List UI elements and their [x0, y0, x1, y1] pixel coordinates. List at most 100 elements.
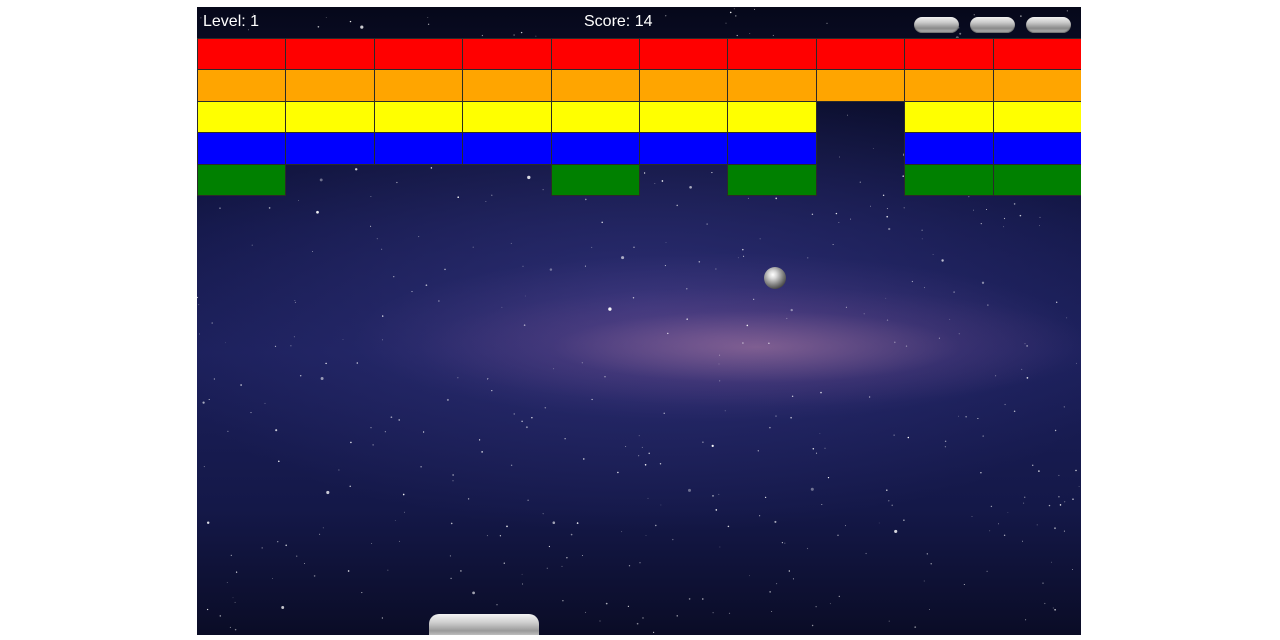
star — [727, 525, 730, 528]
star — [1066, 10, 1068, 12]
brick-wall — [197, 38, 1081, 196]
star — [277, 541, 279, 543]
star — [1054, 429, 1057, 432]
star — [608, 307, 612, 311]
star — [982, 435, 984, 437]
star — [838, 222, 840, 223]
star — [299, 375, 302, 377]
star — [347, 570, 350, 572]
star — [923, 580, 925, 582]
star — [639, 562, 641, 564]
game-canvas[interactable]: Level: 1 Score: 14 — [197, 7, 1081, 635]
star — [990, 505, 993, 508]
star — [1019, 214, 1022, 217]
star — [627, 605, 630, 607]
star — [949, 318, 951, 320]
brick — [639, 38, 729, 71]
star — [986, 570, 988, 572]
star — [653, 631, 655, 634]
star — [665, 15, 667, 17]
star — [1052, 607, 1054, 609]
star — [788, 570, 790, 572]
star — [928, 609, 930, 611]
star — [827, 476, 830, 479]
brick — [462, 132, 552, 165]
star — [576, 522, 579, 524]
life-paddle-icon — [970, 17, 1015, 33]
star — [370, 427, 372, 429]
star — [361, 592, 363, 594]
star — [790, 308, 793, 312]
star — [206, 608, 209, 611]
star — [418, 236, 420, 238]
star — [728, 612, 731, 614]
star — [1064, 501, 1066, 503]
star — [450, 522, 453, 525]
star — [977, 418, 979, 419]
star — [711, 444, 714, 448]
star — [320, 377, 324, 380]
star — [1024, 496, 1026, 498]
star — [886, 489, 888, 491]
star — [499, 535, 502, 537]
brick — [992, 38, 1081, 71]
star — [1054, 609, 1056, 611]
star — [525, 426, 528, 429]
star — [888, 620, 890, 622]
star — [349, 485, 351, 487]
star — [1075, 469, 1077, 472]
star — [350, 441, 352, 444]
star — [583, 458, 585, 460]
star — [1004, 403, 1006, 406]
star — [481, 451, 483, 453]
star — [838, 595, 840, 598]
star — [303, 563, 305, 565]
brick — [904, 163, 994, 196]
star — [1003, 534, 1006, 537]
score-display: Score: 14 — [584, 13, 653, 30]
brick — [197, 38, 287, 71]
star — [601, 221, 603, 224]
star — [632, 297, 635, 299]
star — [1026, 377, 1029, 379]
star — [227, 430, 229, 433]
star — [240, 384, 242, 386]
star — [599, 620, 601, 622]
star — [438, 300, 440, 302]
star — [521, 420, 523, 423]
star — [450, 577, 452, 580]
star — [774, 520, 777, 523]
star — [425, 284, 428, 287]
star — [261, 547, 263, 549]
star — [202, 401, 205, 404]
star — [989, 530, 991, 532]
brick — [904, 38, 994, 71]
star — [772, 34, 774, 36]
life-paddle-icon — [914, 17, 959, 33]
star — [449, 555, 451, 557]
star — [832, 244, 834, 245]
star — [733, 8, 735, 10]
star — [206, 521, 210, 525]
star — [676, 615, 678, 617]
brick — [727, 163, 817, 196]
star — [1038, 225, 1041, 227]
paddle[interactable] — [429, 614, 539, 635]
star — [294, 301, 296, 303]
star — [863, 313, 865, 315]
star — [1076, 362, 1077, 364]
star — [298, 200, 299, 201]
star — [232, 597, 234, 599]
star — [1056, 301, 1058, 303]
brick — [550, 163, 640, 196]
star — [316, 210, 319, 214]
star — [1066, 317, 1068, 319]
brick — [197, 69, 287, 102]
star — [213, 378, 216, 380]
star — [1021, 368, 1023, 370]
star — [754, 8, 756, 10]
star — [757, 450, 759, 452]
star — [290, 345, 292, 347]
star — [824, 447, 826, 449]
star — [737, 257, 739, 259]
